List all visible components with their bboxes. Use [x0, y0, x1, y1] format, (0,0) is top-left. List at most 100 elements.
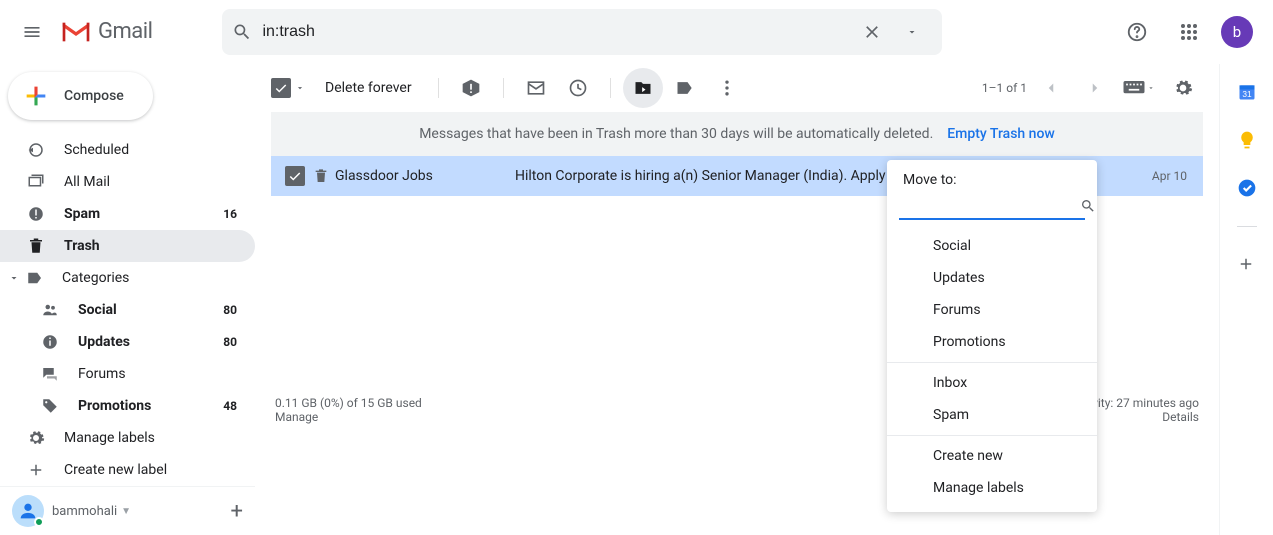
apps-grid-icon	[1180, 23, 1198, 41]
clock-icon	[568, 78, 588, 98]
row-checkbox[interactable]	[285, 166, 305, 186]
snooze-button[interactable]	[558, 68, 598, 108]
hangouts-footer: bammohali ▼ +	[0, 486, 255, 535]
older-button[interactable]	[1075, 68, 1115, 108]
input-tool-button[interactable]	[1119, 68, 1159, 108]
storage-text: 0.11 GB (0%) of 15 GB used	[275, 396, 422, 410]
main-menu-button[interactable]	[8, 8, 56, 56]
compose-button[interactable]: Compose	[8, 72, 153, 120]
label-icon	[26, 269, 44, 287]
sidebar-item-label: Categories	[62, 270, 129, 286]
search-input[interactable]	[262, 23, 852, 41]
manage-storage-link[interactable]: Manage	[275, 410, 318, 424]
popover-item[interactable]: Updates	[887, 262, 1097, 294]
popover-item[interactable]: Inbox	[887, 367, 1097, 399]
sidebar-item-trash[interactable]: Trash	[0, 230, 255, 262]
sidebar-item-promotions[interactable]: Promotions 48	[0, 390, 255, 422]
caret-down-icon	[1147, 84, 1155, 92]
caret-down-icon	[8, 272, 20, 284]
sidebar-item-label: Promotions	[78, 398, 151, 414]
sidebar-item-label: All Mail	[64, 174, 110, 190]
spam-icon	[461, 78, 481, 98]
sidebar-item-spam[interactable]: Spam 16	[0, 198, 255, 230]
popover-search-input[interactable]	[899, 198, 1080, 214]
tasks-icon	[1237, 178, 1257, 198]
account-avatar[interactable]: b	[1221, 16, 1253, 48]
gmail-logo[interactable]: Gmail	[60, 19, 152, 44]
mark-unread-button[interactable]	[516, 68, 556, 108]
settings-button[interactable]	[1163, 68, 1203, 108]
label-icon	[675, 78, 695, 98]
popover-search[interactable]	[899, 194, 1085, 220]
popover-item[interactable]: Manage labels	[887, 472, 1097, 504]
sidebar-item-scheduled[interactable]: Scheduled	[0, 134, 255, 166]
move-to-button[interactable]	[623, 68, 663, 108]
popover-item[interactable]: Spam	[887, 399, 1097, 431]
plus-icon	[27, 461, 45, 479]
sidebar-item-count: 48	[223, 399, 237, 413]
empty-trash-link[interactable]: Empty Trash now	[947, 126, 1055, 142]
search-options-button[interactable]	[892, 12, 932, 52]
sidebar-item-manage-labels[interactable]: Manage labels	[0, 422, 255, 454]
search-bar[interactable]	[222, 9, 942, 55]
search-clear-button[interactable]	[852, 12, 892, 52]
plus-color-icon	[22, 82, 50, 110]
keep-icon	[1237, 130, 1257, 150]
calendar-icon: 31	[1237, 82, 1257, 102]
help-icon	[1126, 21, 1148, 43]
header: Gmail b	[0, 0, 1273, 64]
hangouts-avatar[interactable]	[12, 495, 44, 527]
search-icon	[1080, 198, 1096, 214]
people-icon	[41, 301, 59, 319]
caret-down-icon	[906, 26, 918, 38]
gmail-m-icon	[60, 20, 92, 44]
popover-item[interactable]: Promotions	[887, 326, 1097, 358]
sidebar-item-forums[interactable]: Forums	[0, 358, 255, 390]
sidebar-item-count: 16	[223, 207, 237, 221]
sidebar-item-social[interactable]: Social 80	[0, 294, 255, 326]
plus-icon	[1237, 255, 1255, 273]
info-icon	[41, 333, 59, 351]
separator	[438, 78, 439, 98]
new-conversation-button[interactable]: +	[231, 499, 243, 524]
sidebar-item-label: Trash	[64, 238, 100, 254]
labels-button[interactable]	[665, 68, 705, 108]
status-dot-icon	[34, 517, 44, 527]
tag-icon	[41, 397, 59, 415]
sidebar-item-create-label[interactable]: Create new label	[0, 454, 255, 486]
popover-item[interactable]: Forums	[887, 294, 1097, 326]
folder-move-icon	[633, 78, 653, 98]
compose-label: Compose	[64, 88, 124, 104]
sidebar-item-categories[interactable]: Categories	[0, 262, 255, 294]
calendar-addon[interactable]: 31	[1237, 82, 1257, 102]
newer-button[interactable]	[1031, 68, 1071, 108]
sidebar-item-allmail[interactable]: All Mail	[0, 166, 255, 198]
popover-title: Move to:	[887, 172, 1097, 194]
select-dropdown[interactable]	[295, 83, 309, 93]
details-link[interactable]: Details	[1162, 410, 1199, 424]
popover-item[interactable]: Create new	[887, 440, 1097, 472]
sidebar: Compose Scheduled All Mail Spam 16 Trash…	[0, 64, 255, 535]
gear-icon	[27, 429, 45, 447]
mail-subject-text: Hilton Corporate is hiring a(n) Senior M…	[515, 168, 920, 184]
support-button[interactable]	[1117, 12, 1157, 52]
more-button[interactable]	[707, 68, 747, 108]
hangouts-username: bammohali	[52, 504, 117, 519]
get-addons-button[interactable]	[1237, 255, 1257, 275]
popover-item[interactable]: Social	[887, 230, 1097, 262]
keep-addon[interactable]	[1237, 130, 1257, 150]
sidebar-item-updates[interactable]: Updates 80	[0, 326, 255, 358]
mail-icon	[526, 78, 546, 98]
separator	[887, 362, 1097, 363]
tasks-addon[interactable]	[1237, 178, 1257, 198]
mail-sender: Glassdoor Jobs	[335, 168, 515, 184]
report-spam-button[interactable]	[451, 68, 491, 108]
google-apps-button[interactable]	[1169, 12, 1209, 52]
caret-down-icon[interactable]: ▼	[121, 506, 131, 517]
delete-forever-button[interactable]: Delete forever	[325, 80, 412, 96]
select-all-checkbox[interactable]	[271, 78, 291, 98]
more-vert-icon	[717, 78, 737, 98]
chevron-right-icon	[1086, 79, 1104, 97]
toolbar-right: 1–1 of 1	[982, 68, 1203, 108]
hamburger-icon	[22, 22, 42, 42]
